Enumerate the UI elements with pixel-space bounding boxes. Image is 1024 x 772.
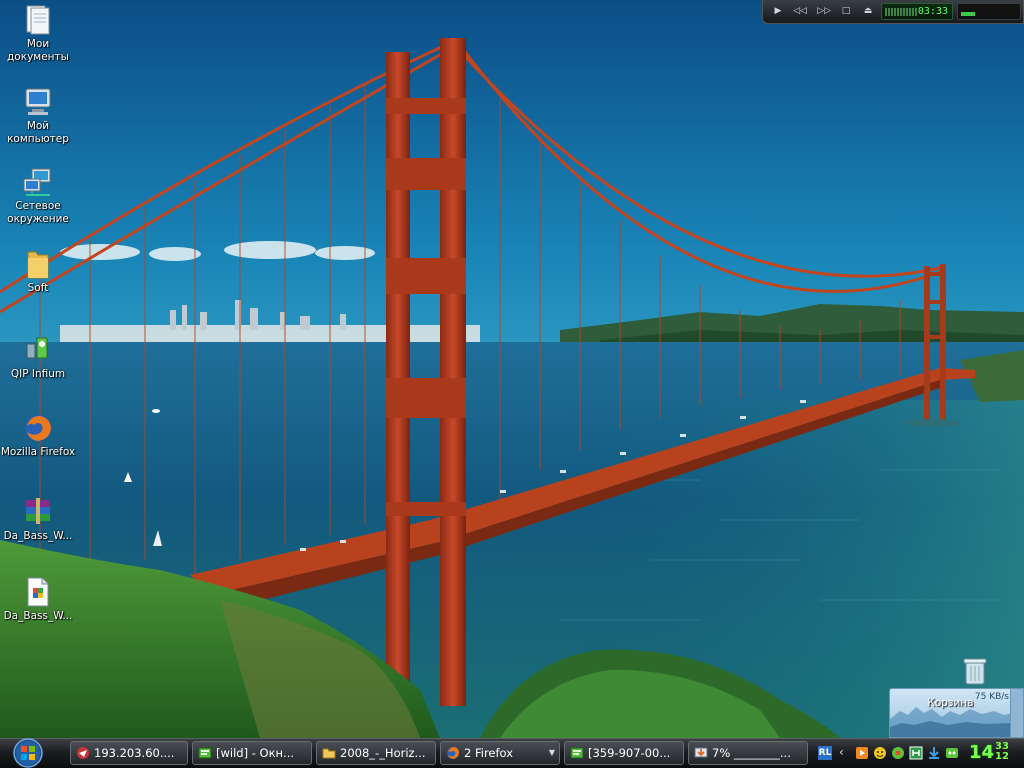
start-button[interactable] xyxy=(10,737,46,769)
track-time: 03:33 xyxy=(917,6,948,17)
taskbar: 193.203.60.... [wild] - Окн... 2008_-_Ho… xyxy=(0,738,1024,768)
download-icon xyxy=(694,747,708,758)
taskbar-button-label: 7% ________... xyxy=(712,746,791,760)
my-computer-icon xyxy=(22,86,54,118)
desktop-icon-label: Da_Bass_W... xyxy=(3,530,73,542)
document-file-icon xyxy=(22,576,54,608)
play-button[interactable]: ▶ xyxy=(769,4,787,19)
traffic-gadget-scrollbar[interactable] xyxy=(1010,689,1023,737)
ftp-client-icon xyxy=(77,747,89,759)
network-places-icon xyxy=(22,166,54,198)
calendar-tray-icon[interactable] xyxy=(909,746,923,760)
taskbar-button-label: 2 Firefox xyxy=(464,746,514,760)
download-tray-icon[interactable] xyxy=(927,746,941,760)
eject-icon: ⏏ xyxy=(863,6,873,16)
show-hidden-icons-button[interactable]: ‹ xyxy=(839,745,844,759)
taskbar-button-label: 193.203.60.... xyxy=(94,746,175,760)
qip-infium-icon xyxy=(22,334,54,366)
desktop-wallpaper xyxy=(0,0,1024,738)
previous-icon: ◁◁ xyxy=(793,6,807,16)
firefox-icon xyxy=(447,747,459,759)
spectrum-visualizer xyxy=(885,8,917,16)
desktop-icon-label: QIP Infium xyxy=(10,368,66,380)
taskbar-button-wild-chat[interactable]: [wild] - Окн... xyxy=(192,741,312,765)
desktop-icon-label: Soft xyxy=(27,282,49,294)
desktop-icon-network-places[interactable]: Сетевое окружение xyxy=(0,166,76,226)
recycle-bin-label: Корзина xyxy=(927,697,974,709)
next-icon: ▷▷ xyxy=(817,6,831,16)
taskbar-button-label: 2008_-_Horiz... xyxy=(340,746,426,760)
taskbar-button-folder[interactable]: 2008_-_Horiz... xyxy=(316,741,436,765)
desktop-icon-label: Сетевое окружение xyxy=(7,200,69,225)
desktop-icon-qip-infium[interactable]: QIP Infium xyxy=(0,334,76,381)
desktop-icon-da-bass-document[interactable]: Da_Bass_W... xyxy=(0,576,76,623)
winrar-archive-icon xyxy=(22,496,54,528)
desktop-icon-my-documents[interactable]: Мои документы xyxy=(0,4,76,64)
desktop-icon-label: Mozilla Firefox xyxy=(0,446,76,458)
network-traffic-gadget[interactable]: 75 KB/s Корзина xyxy=(889,688,1024,738)
taskbar-button-label: [wild] - Окн... xyxy=(216,746,295,760)
taskbar-button-download[interactable]: 7% ________... xyxy=(688,741,808,765)
icq-tray-icon[interactable] xyxy=(891,746,905,760)
my-documents-icon xyxy=(22,4,54,36)
messenger-tray-icon[interactable] xyxy=(945,746,959,760)
desktop-icon-soft-folder[interactable]: Soft xyxy=(0,248,76,295)
desktop-icon-label: Мой компьютер xyxy=(7,120,69,145)
chevron-left-icon: ‹ xyxy=(839,745,844,759)
desktop-icon-mozilla-firefox[interactable]: Mozilla Firefox xyxy=(0,412,76,459)
desktop-icon-my-computer[interactable]: Мой компьютер xyxy=(0,86,76,146)
taskbar-button-chat[interactable]: [359-907-00... xyxy=(564,741,684,765)
player-display: 03:33 xyxy=(881,3,953,20)
volume-slider[interactable] xyxy=(957,3,1021,20)
volume-level xyxy=(961,12,975,16)
qip-tray-icon[interactable] xyxy=(873,746,887,760)
language-indicator[interactable]: RL xyxy=(818,746,832,760)
next-button[interactable]: ▷▷ xyxy=(815,4,833,19)
stop-button[interactable]: □ xyxy=(837,4,855,19)
previous-button[interactable]: ◁◁ xyxy=(791,4,809,19)
desktop-icon-da-bass-archive[interactable]: Da_Bass_W... xyxy=(0,496,76,543)
recycle-bin-icon xyxy=(962,656,988,689)
clock-hours[interactable]: 14 xyxy=(969,741,994,765)
media-player-tray-icon[interactable] xyxy=(855,746,869,760)
stop-icon: □ xyxy=(841,6,851,16)
media-player-widget: ▶ ◁◁ ▷▷ □ ⏏ 03:33 xyxy=(762,0,1024,24)
desktop-icon-recycle-bin[interactable] xyxy=(952,656,998,689)
taskbar-button-label: [359-907-00... xyxy=(588,746,671,760)
windows-logo-icon xyxy=(13,738,43,768)
taskbar-button-firefox-group[interactable]: 2 Firefox ▼ xyxy=(440,741,560,765)
chat-window-icon xyxy=(570,747,584,759)
play-icon: ▶ xyxy=(774,6,782,16)
folder-icon xyxy=(22,248,54,280)
clock-minutes[interactable]: 33 12 xyxy=(994,742,1010,762)
firefox-icon xyxy=(22,412,54,444)
folder-icon xyxy=(322,748,336,759)
chat-window-icon xyxy=(198,747,212,759)
taskbar-button-ftp[interactable]: 193.203.60.... xyxy=(70,741,188,765)
desktop-icon-label: Da_Bass_W... xyxy=(3,610,73,622)
eject-button[interactable]: ⏏ xyxy=(859,4,877,19)
group-expand-icon: ▼ xyxy=(548,748,555,757)
desktop-icon-label: Мои документы xyxy=(7,38,69,63)
